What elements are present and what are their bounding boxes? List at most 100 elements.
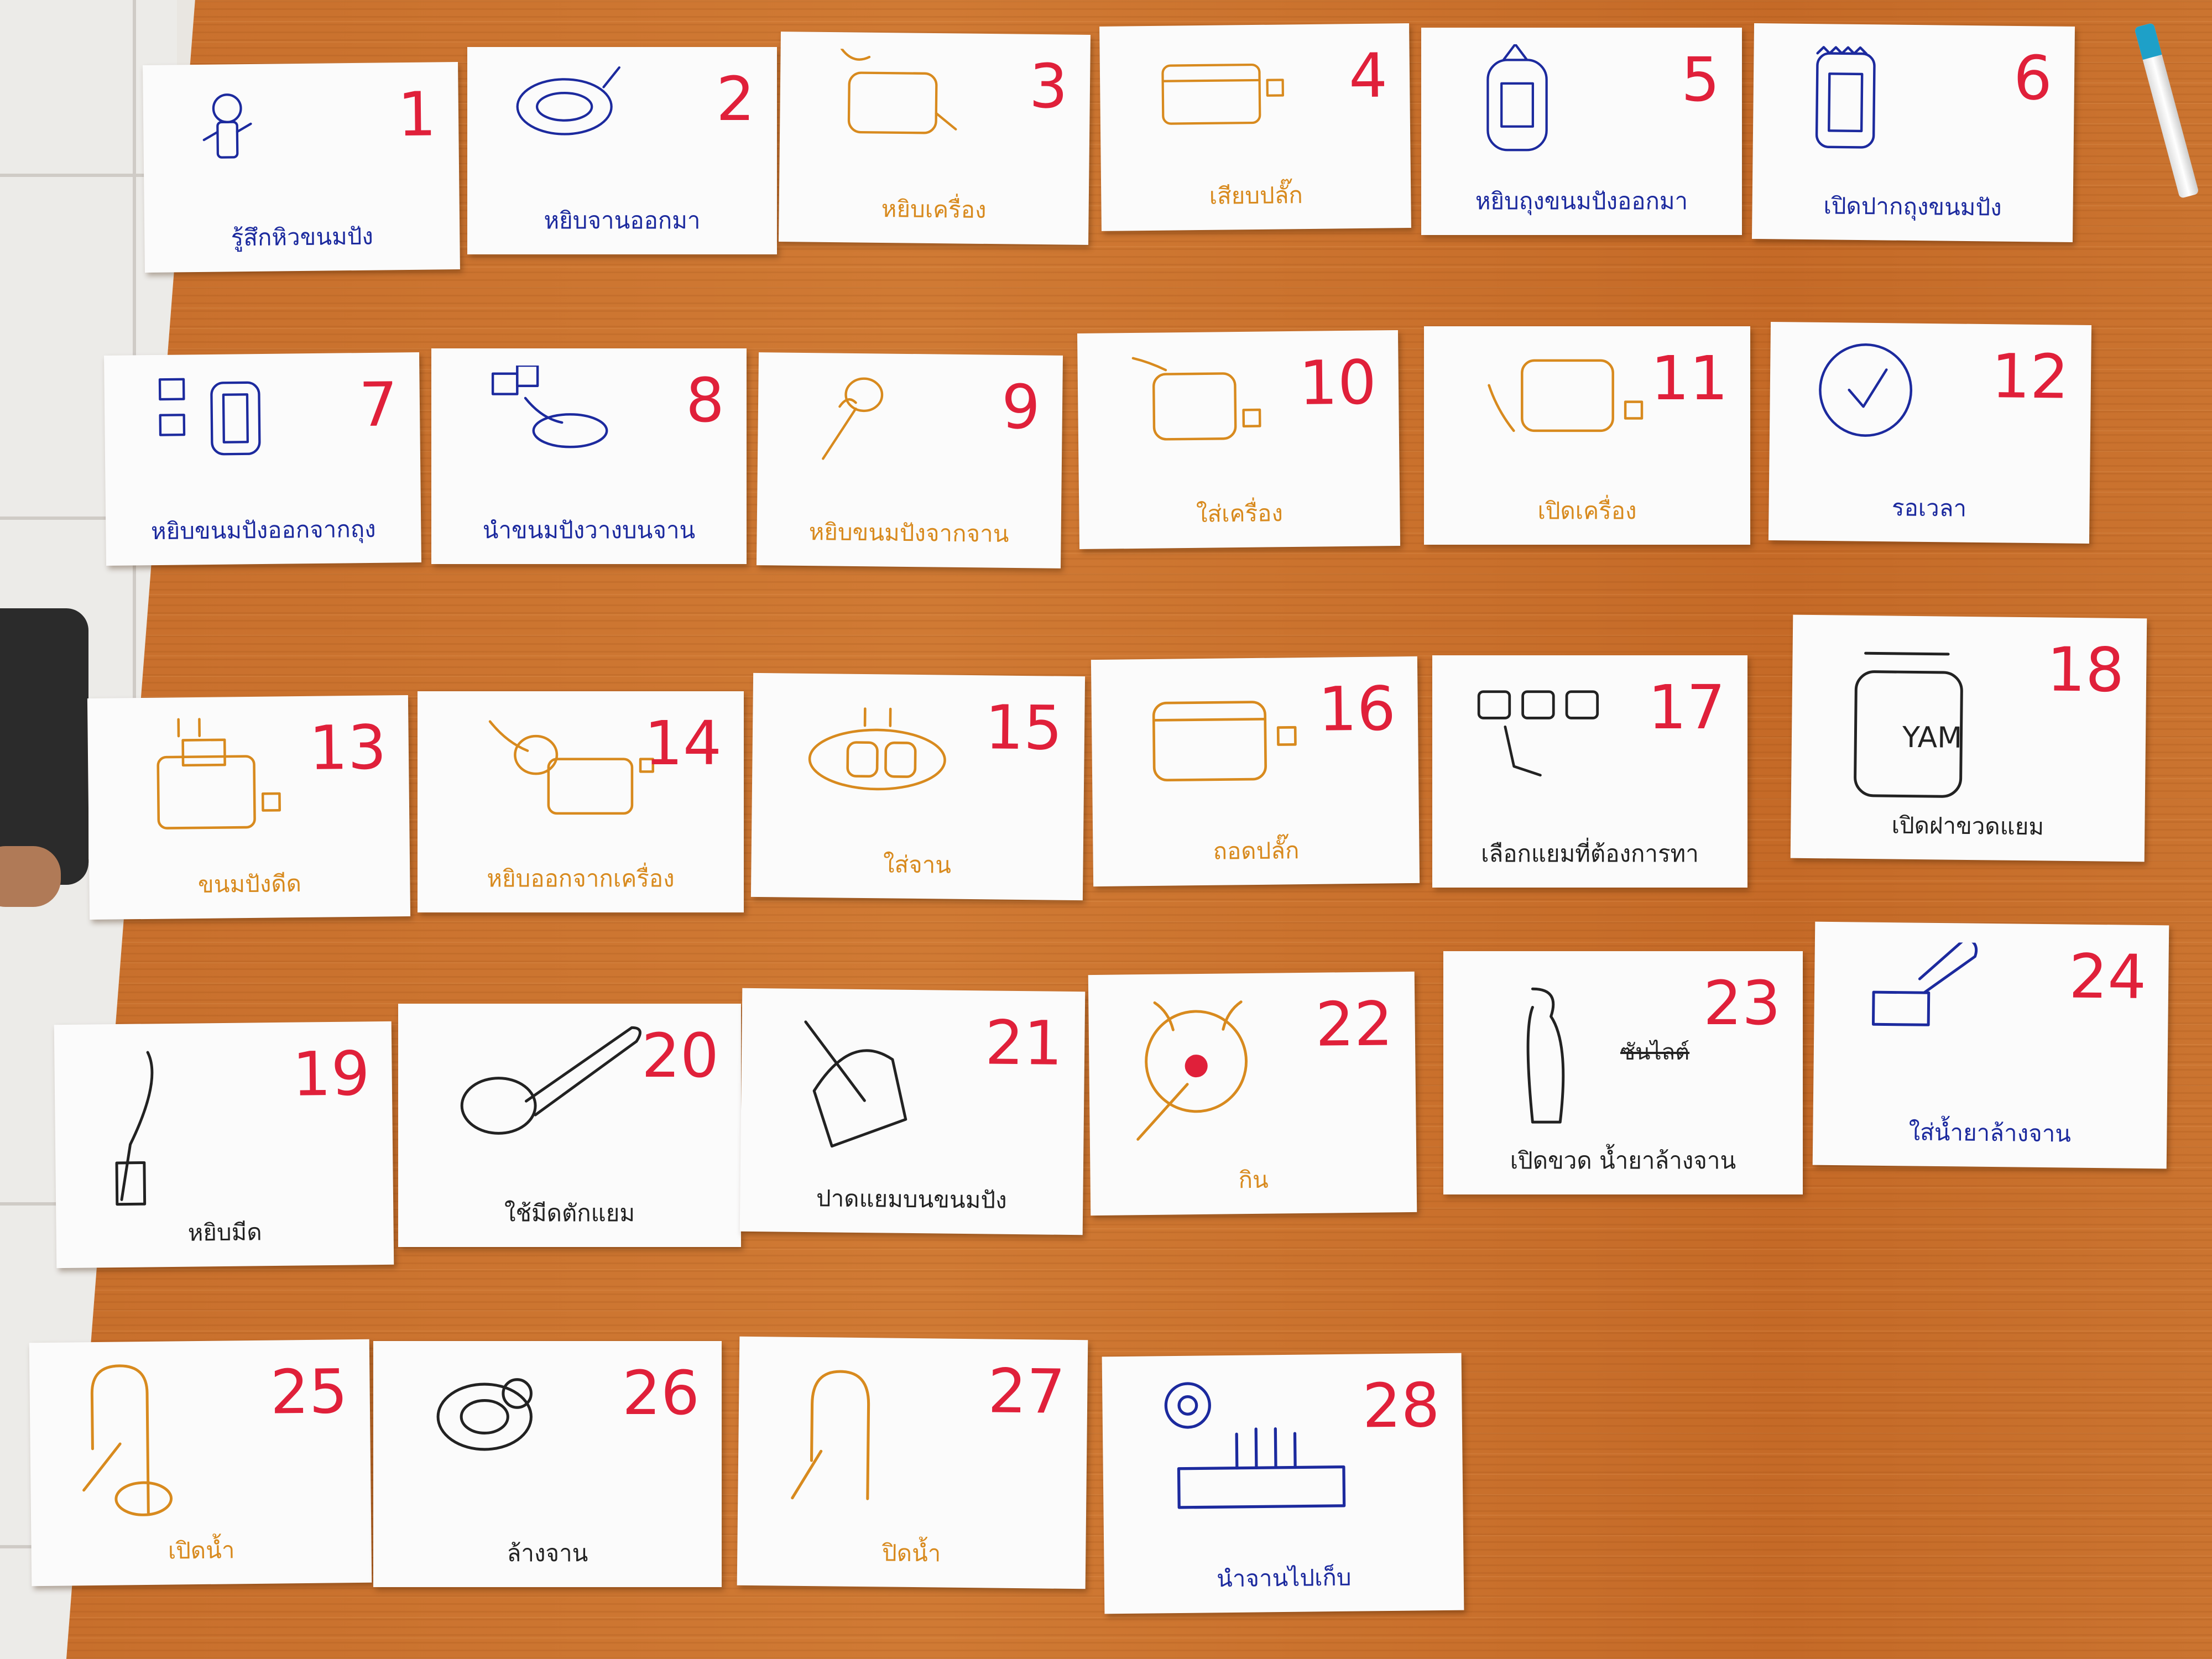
card-caption: ใส่จาน	[883, 851, 952, 879]
storyboard-card-10: 10 ใส่เครื่อง	[1077, 330, 1401, 550]
card-drawing	[460, 1026, 641, 1135]
storyboard-card-15: 15 ใส่จาน	[750, 672, 1086, 901]
card-drawing	[488, 720, 654, 815]
card-drawing	[1164, 1382, 1346, 1509]
card-drawing	[115, 1051, 154, 1206]
storyboard-card-9: 9 หยิบขนมปังจากจาน	[756, 352, 1063, 568]
card-caption: รอเวลา	[1891, 494, 1967, 522]
card-caption: เสียบปลั๊ก	[1209, 181, 1303, 210]
storyboard-card-2: 2 หยิบจานออกมา	[467, 47, 777, 254]
storyboard-card-23: 23 เปิดขวด น้ำยาล้างจาน ซันไลต์	[1443, 951, 1803, 1194]
card-number: 17	[1648, 672, 1725, 743]
storyboard-card-5: 5 หยิบถุงขนมปังออกมา	[1421, 28, 1742, 235]
card-number: 26	[622, 1358, 700, 1428]
storyboard-card-19: 19 หยิบมีด	[54, 1021, 394, 1269]
card-drawing	[158, 378, 261, 456]
storyboard-card-8: 8 นำขนมปังวางบนจาน	[431, 348, 747, 564]
card-caption: ใช้มีดตักแยม	[504, 1199, 635, 1227]
card-drawing	[791, 1370, 870, 1500]
storyboard-card-16: 16 ถอดปลั๊ก	[1091, 656, 1420, 887]
card-caption: นำขนมปังวางบนจาน	[482, 517, 696, 544]
card-caption: เปิดน้ำ	[168, 1536, 235, 1564]
storyboard-card-25: 25 เปิดน้ำ	[29, 1339, 372, 1587]
card-caption: เปิดฝาขวดแยม	[1891, 811, 2044, 841]
storyboard-card-28: 28 นำจานไปเก็บ	[1102, 1353, 1464, 1614]
card-caption: ปาดแยมบนขนมปัง	[816, 1185, 1007, 1214]
storyboard-card-18: 18 เปิดฝาขวดแยม YAM	[1790, 614, 2147, 862]
card-caption: ถอดปลั๊ก	[1213, 837, 1300, 865]
card-drawing	[436, 1378, 533, 1451]
card-drawing	[82, 1364, 173, 1516]
storyboard-card-24: 24 ใส่น้ำยาล้างจาน	[1812, 921, 2169, 1169]
card-number: 5	[1681, 44, 1720, 115]
card-number: 11	[1651, 343, 1728, 414]
card-number: 4	[1348, 40, 1388, 112]
card-drawing	[808, 707, 946, 791]
card-number: 14	[644, 708, 722, 779]
storyboard-card-14: 14 หยิบออกจากเครื่อง	[418, 691, 744, 912]
card-number: 7	[358, 369, 398, 441]
storyboard-card-17: 17 เลือกแยมที่ต้องการทา	[1432, 655, 1747, 888]
card-number: 12	[1991, 341, 2069, 413]
card-caption: หยิบขนมปังจากจาน	[808, 518, 1009, 547]
card-drawing	[1161, 63, 1285, 125]
person-foot	[0, 608, 88, 907]
card-caption: หยิบถุงขนมปังออกมา	[1475, 187, 1688, 215]
card-caption: หยิบมีด	[187, 1218, 262, 1246]
card-caption: หยิบขนมปังออกจากถุง	[150, 515, 376, 545]
card-drawing	[491, 366, 608, 448]
card-number: 3	[1029, 50, 1068, 122]
storyboard-card-13: 13 ขนมปังดีด	[87, 695, 411, 920]
card-caption: หยิบเครื่อง	[881, 195, 987, 223]
card-number: 2	[716, 64, 755, 134]
storyboard-card-27: 27 ปิดน้ำ	[737, 1336, 1088, 1589]
card-caption: เลือกแยมที่ต้องการทา	[1481, 840, 1699, 867]
card-number: 27	[987, 1355, 1066, 1427]
card-number: 19	[292, 1038, 371, 1110]
card-number: 6	[2013, 42, 2053, 114]
card-number: 8	[686, 365, 724, 436]
card-caption: หยิบจานออกมา	[544, 207, 701, 234]
struck-word: ซันไลต์	[1620, 1040, 1690, 1065]
card-number: 1	[397, 79, 437, 150]
storyboard-card-3: 3 หยิบเครื่อง	[779, 32, 1091, 245]
card-drawing	[202, 93, 252, 159]
card-drawing	[1815, 46, 1876, 149]
storyboard-card-21: 21 ปาดแยมบนขนมปัง	[739, 988, 1086, 1235]
card-caption: นำจานไปเก็บ	[1216, 1563, 1352, 1593]
toes	[0, 846, 61, 907]
card-drawing	[840, 48, 957, 134]
storyboard-card-1: 1 รู้สึกหิวขนมปัง	[143, 62, 460, 273]
card-drawing	[1526, 987, 1565, 1124]
storyboard-card-22: 22 กิน	[1088, 971, 1417, 1216]
card-number: 28	[1361, 1370, 1441, 1442]
card-number: 10	[1298, 347, 1377, 419]
card-number: 22	[1315, 988, 1394, 1060]
card-drawing	[516, 66, 620, 135]
card-caption: เปิดขวด น้ำยาล้างจาน	[1510, 1147, 1736, 1174]
card-number: 23	[1703, 968, 1781, 1039]
card-number: 25	[270, 1356, 348, 1428]
card-number: 18	[2046, 634, 2125, 706]
card-drawing	[1871, 941, 1978, 1026]
card-number: 13	[309, 712, 387, 784]
storyboard-card-4: 4 เสียบปลั๊ก	[1099, 23, 1411, 231]
card-caption: กิน	[1238, 1166, 1269, 1194]
card-drawing	[822, 377, 884, 460]
card-drawing	[804, 1020, 907, 1148]
card-number: 20	[641, 1020, 719, 1091]
card-caption: เปิดเครื่อง	[1537, 497, 1637, 524]
card-drawing	[1486, 44, 1548, 152]
card-caption: ปิดน้ำ	[881, 1539, 941, 1567]
card-number: 16	[1318, 673, 1396, 745]
jar-label: YAM	[1902, 721, 1963, 755]
card-caption: หยิบออกจากเครื่อง	[487, 865, 675, 892]
storyboard-card-11: 11 เปิดเครื่อง	[1424, 326, 1750, 545]
card-number: 15	[984, 692, 1063, 764]
storyboard-card-6: 6 เปิดปากถุงขนมปัง	[1751, 23, 2075, 243]
card-number: 21	[984, 1007, 1063, 1079]
card-drawing	[1854, 651, 1963, 798]
storyboard-card-26: 26 ล้างจาน	[373, 1341, 722, 1587]
storyboard-card-12: 12 รอเวลา	[1768, 321, 2092, 544]
card-caption: ใส่น้ำยาล้างจาน	[1908, 1118, 2072, 1147]
